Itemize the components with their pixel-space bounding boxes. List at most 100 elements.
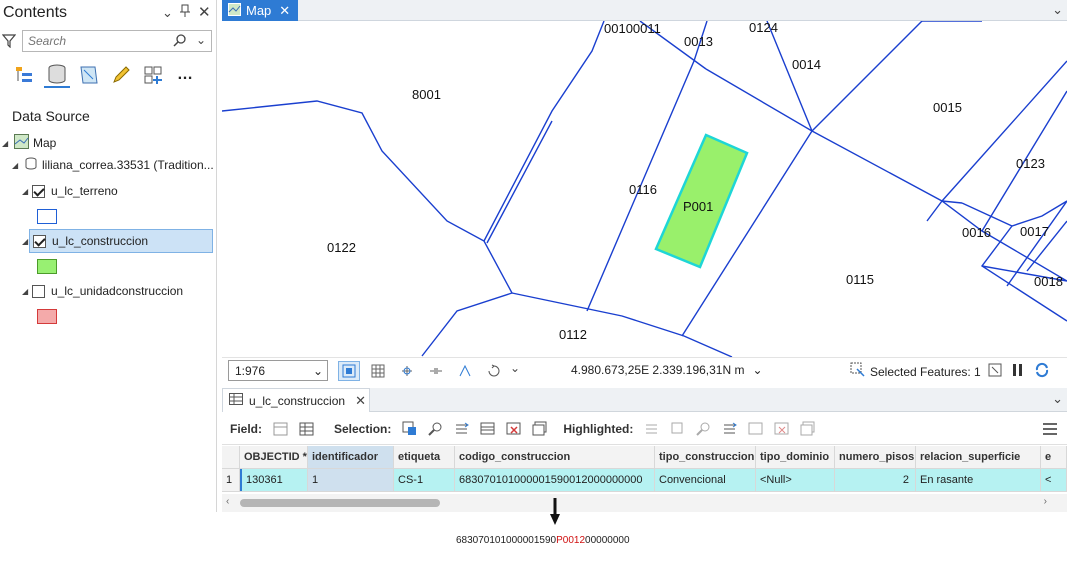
fixed-zoom-icon[interactable] [338, 361, 360, 381]
scroll-left-icon[interactable]: ‹ [226, 496, 229, 507]
table-menu-icon[interactable] [1039, 419, 1061, 439]
map-canvas[interactable]: 00100011 0013 0124 0014 8001 0015 0123 0… [222, 21, 1067, 357]
coordinate-format-chevron-icon[interactable]: ⌄ [752, 363, 762, 377]
search-icon[interactable] [173, 33, 187, 50]
constraints-icon[interactable] [425, 361, 447, 381]
table-cell[interactable]: 683070101000001590012000000000 [455, 469, 655, 491]
parcel-label: 0018 [1034, 274, 1063, 289]
grid-icon[interactable] [367, 361, 389, 381]
contents-pane: Contents ⌄ ✕ ⌄ … Data Source [0, 0, 217, 512]
row-number[interactable]: 1 [222, 469, 240, 491]
tab-attribute-table[interactable]: u_lc_construccion ✕ [222, 388, 370, 412]
table-cell[interactable]: 130361 [240, 469, 308, 491]
select-by-attributes-icon[interactable] [399, 419, 421, 439]
contents-title: Contents [3, 4, 68, 21]
collapse-caret-icon[interactable]: ◢ [12, 161, 22, 170]
list-by-selection-icon[interactable] [76, 62, 102, 88]
column-header[interactable]: e [1041, 446, 1067, 468]
column-header[interactable]: etiqueta [394, 446, 455, 468]
scrollbar-thumb[interactable] [240, 499, 440, 507]
delete-highlighted-icon[interactable] [771, 419, 793, 439]
list-by-editing-icon[interactable] [108, 62, 134, 88]
layer-symbol-swatch[interactable] [37, 308, 57, 324]
table-header-row: OBJECTID * identificador etiqueta codigo… [222, 446, 1067, 469]
column-header[interactable]: tipo_construccion [655, 446, 756, 468]
selected-features-count[interactable]: Selected Features: 1 [870, 365, 981, 379]
layer-visibility-checkbox[interactable] [32, 184, 45, 198]
pin-icon[interactable] [180, 4, 190, 21]
parcel-label: 0017 [1020, 224, 1049, 239]
list-by-snapping-icon[interactable] [140, 62, 166, 88]
snapping-icon[interactable] [396, 361, 418, 381]
pane-options-chevron-icon[interactable]: ⌄ [162, 5, 173, 21]
layer-item-u_lc_construccion[interactable]: ◢ u_lc_construccion [2, 229, 214, 253]
column-header[interactable]: numero_pisos [835, 446, 916, 468]
map-tree-item[interactable]: ◢ Map [2, 132, 214, 154]
switch-selection-icon[interactable] [451, 419, 473, 439]
column-header[interactable]: identificador [308, 446, 394, 468]
annotated-code-text: 683070101000001590P001200000000 [456, 535, 630, 546]
layer-visibility-checkbox[interactable] [33, 234, 46, 248]
column-header[interactable]: OBJECTID * [240, 446, 308, 468]
highlight-toggle-icon[interactable] [641, 419, 663, 439]
tab-list-chevron-icon[interactable]: ⌄ [1052, 391, 1063, 407]
layer-item-u_lc_unidadconstruccion[interactable]: ◢ u_lc_unidadconstruccion [2, 280, 214, 302]
collapse-caret-icon[interactable]: ◢ [2, 139, 12, 148]
pause-drawing-icon[interactable] [1012, 363, 1024, 380]
table-cell[interactable]: <Null> [756, 469, 835, 491]
extent-icon[interactable] [988, 363, 1002, 380]
layer-symbol-swatch[interactable] [37, 258, 57, 274]
fields-view-icon[interactable] [296, 419, 318, 439]
table-cell[interactable]: Convencional [655, 469, 756, 491]
layer-item-u_lc_terreno[interactable]: ◢ u_lc_terreno [2, 180, 214, 202]
close-tab-icon[interactable]: ✕ [355, 393, 366, 409]
select-features-icon[interactable] [850, 362, 866, 381]
switch-highlighted-icon[interactable] [719, 419, 741, 439]
table-cell[interactable]: 1 [308, 469, 394, 491]
tab-list-chevron-icon[interactable]: ⌄ [1052, 2, 1063, 18]
scale-dropdown[interactable]: 1:976 ⌄ [228, 360, 328, 381]
table-cell[interactable]: 2 [835, 469, 916, 491]
search-box[interactable]: ⌄ [22, 30, 212, 52]
table-row[interactable]: 1 130361 1 CS-1 683070101000001590012000… [222, 469, 1067, 492]
tab-map-label: Map [246, 3, 272, 18]
delete-selection-icon[interactable] [503, 419, 525, 439]
refresh-icon[interactable] [1034, 362, 1050, 381]
close-pane-icon[interactable]: ✕ [198, 3, 211, 21]
layer-visibility-checkbox[interactable] [32, 284, 45, 298]
zoom-to-selection-icon[interactable] [425, 419, 447, 439]
close-tab-icon[interactable]: ✕ [279, 3, 290, 19]
filter-icon[interactable] [1, 34, 17, 51]
tab-map[interactable]: Map ✕ [222, 0, 298, 21]
unhighlight-icon[interactable] [745, 419, 767, 439]
zoom-to-highlighted-icon[interactable] [693, 419, 715, 439]
copy-highlighted-icon[interactable] [797, 419, 819, 439]
attribute-table-grid: OBJECTID * identificador etiqueta codigo… [222, 446, 1067, 492]
refresh-options-icon[interactable] [483, 361, 505, 381]
map-view[interactable]: 00100011 0013 0124 0014 8001 0015 0123 0… [222, 21, 1067, 357]
column-header[interactable]: relacion_superficie [916, 446, 1041, 468]
table-icon [229, 393, 243, 408]
layer-symbol-swatch[interactable] [37, 208, 57, 224]
search-options-chevron-icon[interactable]: ⌄ [196, 33, 206, 47]
collapse-caret-icon[interactable]: ◢ [22, 287, 32, 296]
collapse-caret-icon[interactable]: ◢ [22, 187, 32, 196]
table-cell[interactable]: CS-1 [394, 469, 455, 491]
more-options-icon[interactable]: … [172, 62, 198, 88]
connection-tree-item[interactable]: ◢ liliana_correa.33531 (Tradition... [2, 154, 214, 176]
add-field-icon[interactable] [270, 419, 292, 439]
table-cell[interactable]: En rasante [916, 469, 1041, 491]
column-header[interactable]: codigo_construccion [455, 446, 655, 468]
highlight-select-icon[interactable] [667, 419, 689, 439]
table-cell[interactable]: < [1041, 469, 1067, 491]
search-input[interactable] [23, 31, 163, 51]
clear-selection-icon[interactable] [477, 419, 499, 439]
horizontal-scrollbar[interactable]: ‹ › [222, 494, 1067, 512]
column-header[interactable]: tipo_dominio [756, 446, 835, 468]
scroll-right-icon[interactable]: › [1044, 496, 1047, 507]
list-by-drawing-order-icon[interactable] [12, 62, 38, 88]
copy-selection-icon[interactable] [529, 419, 551, 439]
chevron-down-icon[interactable]: ⌄ [510, 361, 520, 381]
list-by-data-source-icon[interactable] [44, 62, 70, 88]
navigate-icon[interactable] [454, 361, 476, 381]
